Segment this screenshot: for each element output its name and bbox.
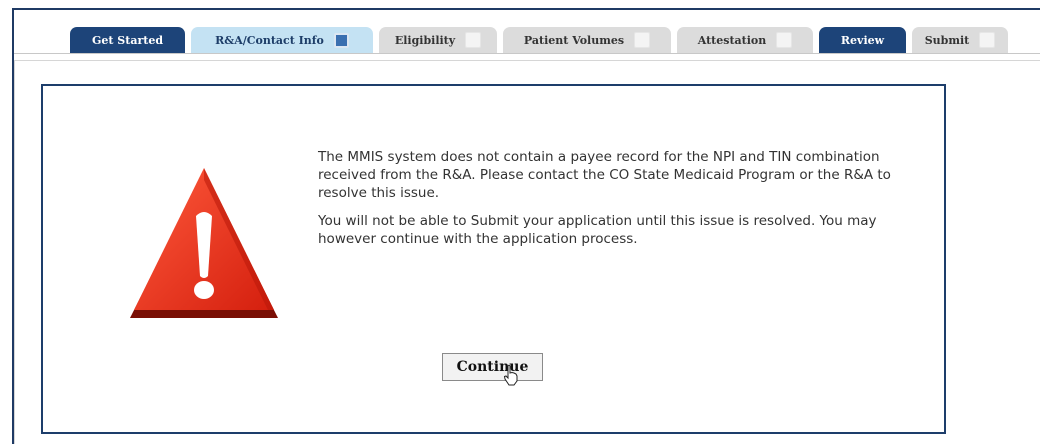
tab-label: Review (840, 33, 885, 47)
tab-status-checked-icon (333, 32, 349, 48)
tab-get-started[interactable]: Get Started (70, 27, 185, 53)
hand-cursor-icon (503, 364, 518, 386)
tab-eligibility[interactable]: Eligibility (379, 27, 497, 53)
tab-status-empty-icon (776, 32, 793, 48)
message-paragraph: You will not be able to Submit your appl… (318, 213, 877, 247)
wizard-tabs: Get Started R&A/Contact Info Eligibility… (70, 27, 1008, 53)
tab-status-empty-icon (979, 32, 996, 48)
tab-status-empty-icon (465, 32, 482, 48)
message-paragraph: The MMIS system does not contain a payee… (318, 149, 891, 201)
tab-rule (14, 53, 1040, 54)
tab-label: Patient Volumes (523, 33, 625, 47)
tab-ra-contact-info[interactable]: R&A/Contact Info (191, 27, 373, 53)
continue-button[interactable]: Continue (442, 353, 543, 381)
tab-label: Submit (924, 33, 970, 47)
dialog-message: The MMIS system does not contain a payee… (318, 148, 898, 258)
tab-review[interactable]: Review (819, 27, 906, 53)
tab-label: Get Started (91, 33, 164, 47)
tab-attestation[interactable]: Attestation (677, 27, 813, 53)
tab-label: Attestation (697, 33, 767, 47)
tab-status-empty-icon (634, 32, 651, 48)
tab-patient-volumes[interactable]: Patient Volumes (503, 27, 671, 53)
warning-icon (130, 168, 278, 318)
tab-label: Eligibility (394, 33, 456, 47)
warning-dialog: The MMIS system does not contain a payee… (41, 84, 946, 434)
tab-submit[interactable]: Submit (912, 27, 1008, 53)
tab-label: R&A/Contact Info (215, 33, 324, 47)
